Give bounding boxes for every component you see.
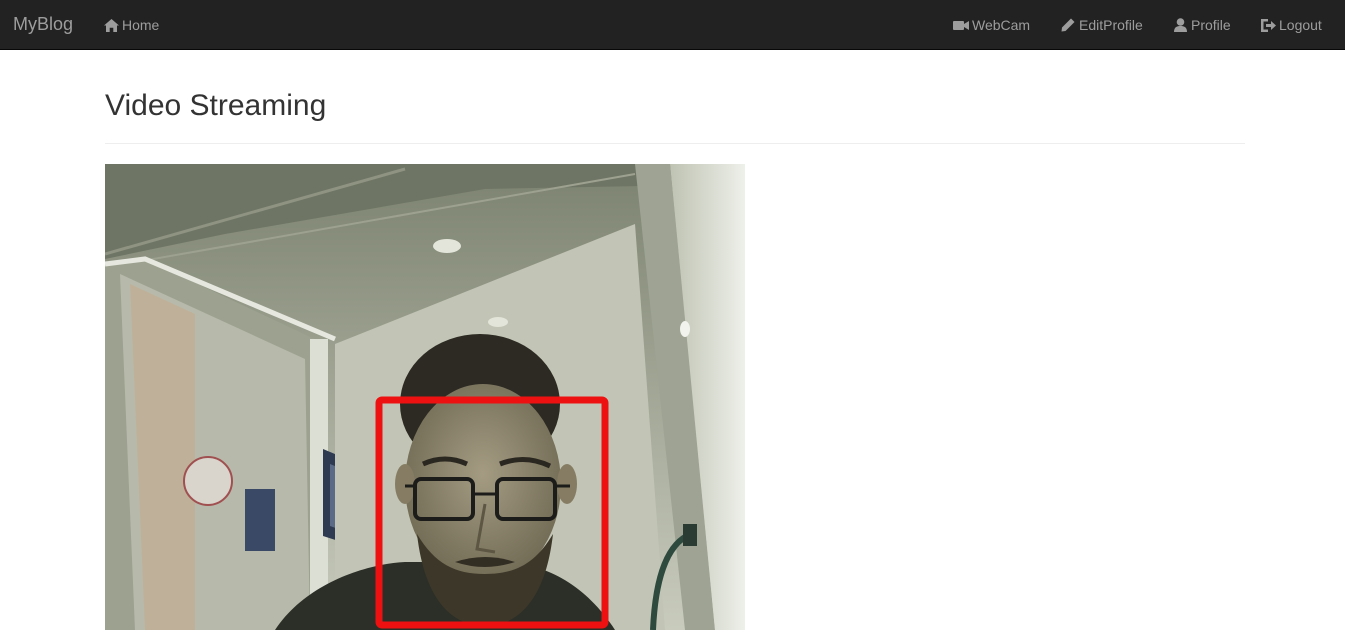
webcam-frame-image	[105, 164, 745, 630]
logout-icon	[1260, 18, 1276, 32]
navbar: MyBlog Home WebCam EditProfile Profile L…	[0, 0, 1345, 50]
user-icon	[1172, 18, 1188, 32]
nav-item-editprofile[interactable]: EditProfile	[1060, 0, 1143, 50]
nav-item-label: Profile	[1191, 17, 1231, 33]
nav-item-webcam[interactable]: WebCam	[953, 0, 1030, 50]
nav-item-logout[interactable]: Logout	[1260, 0, 1322, 50]
nav-item-label: Logout	[1279, 17, 1322, 33]
nav-item-label: Home	[122, 17, 160, 33]
nav-item-label: WebCam	[972, 17, 1031, 33]
webcam-stream	[105, 164, 745, 630]
nav-item-home[interactable]: Home	[103, 0, 159, 50]
nav-item-label: EditProfile	[1079, 17, 1143, 33]
home-icon	[103, 18, 119, 32]
video-camera-icon	[953, 18, 969, 32]
title-divider	[105, 143, 1245, 144]
nav-item-profile[interactable]: Profile	[1172, 0, 1231, 50]
brand-link[interactable]: MyBlog	[13, 0, 73, 50]
pencil-icon	[1060, 18, 1076, 32]
page-title: Video Streaming	[105, 89, 327, 122]
